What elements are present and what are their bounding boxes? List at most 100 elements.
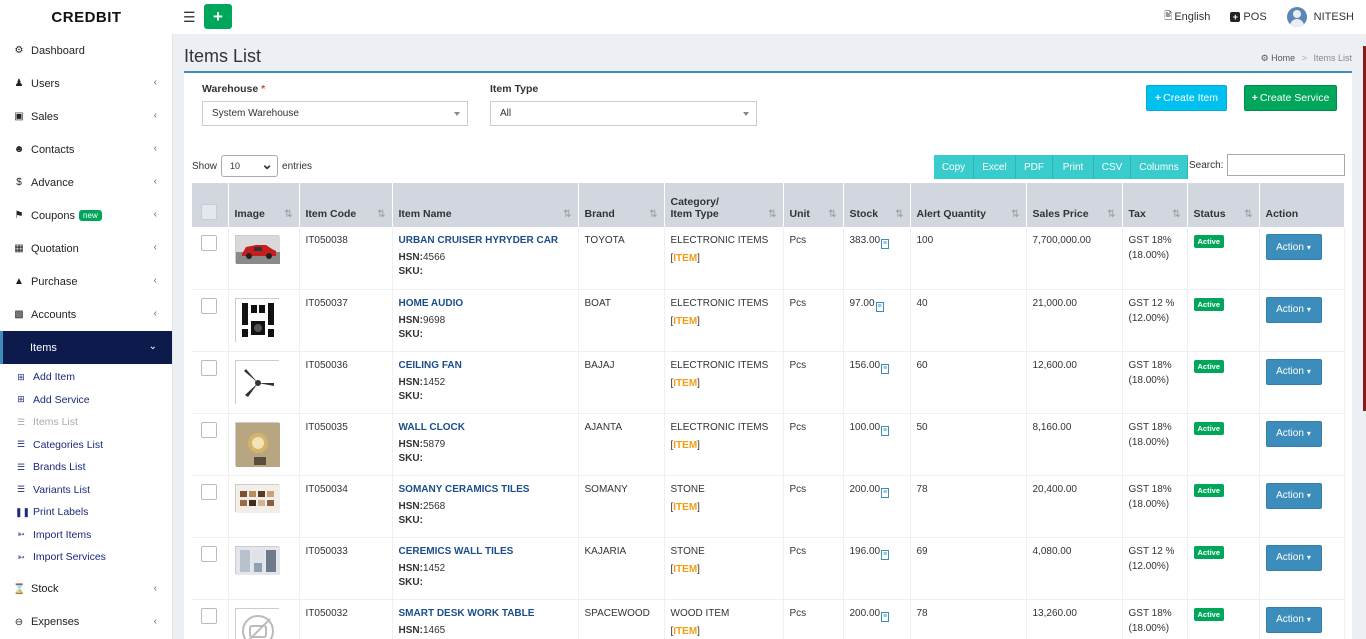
sidebar-subitem-add-service[interactable]: ⊞ Add Service: [0, 389, 172, 412]
breadcrumb-home[interactable]: Home: [1271, 53, 1295, 63]
sidebar-subitem-import-services[interactable]: ➳ Import Services: [0, 546, 172, 569]
sidebar-item-contacts[interactable]: ☻ Contacts ‹: [0, 133, 172, 166]
select-all-checkbox[interactable]: [201, 204, 217, 220]
sidebar-item-dashboard[interactable]: ⚙ Dashboard: [0, 34, 172, 67]
sidebar-subitem-variants-list[interactable]: ☰ Variants List: [0, 479, 172, 502]
row-checkbox[interactable]: [201, 545, 217, 562]
sidebar-item-expenses[interactable]: ⊖ Expenses ‹: [0, 606, 172, 639]
stock-detail-icon[interactable]: ≡: [881, 239, 890, 249]
stock-detail-icon[interactable]: ≡: [881, 611, 890, 622]
page-length-select[interactable]: 10: [221, 155, 279, 177]
row-checkbox[interactable]: [201, 607, 217, 624]
user-menu[interactable]: NITESH: [1286, 7, 1354, 27]
hamburger-menu-icon[interactable]: ☰: [183, 9, 196, 26]
status-badge[interactable]: Active: [1193, 297, 1225, 311]
status-badge[interactable]: Active: [1193, 607, 1225, 621]
item-image[interactable]: [234, 235, 280, 264]
action-dropdown-button[interactable]: Action ▾: [1265, 544, 1322, 571]
hsn-line: HSN:2568: [398, 500, 446, 512]
sidebar-item-sales[interactable]: ▣ Sales ‹: [0, 100, 172, 133]
action-dropdown-button[interactable]: Action ▾: [1265, 420, 1322, 447]
sidebar-item-stock[interactable]: ⌛ Stock ‹: [0, 573, 172, 606]
tax-header[interactable]: Tax ⇅: [1122, 183, 1188, 227]
sidebar-subitem-label: Add Item: [33, 371, 76, 384]
sidebar-subitem-import-items[interactable]: ➳ Import Items: [0, 524, 172, 547]
print-button[interactable]: Print: [1053, 155, 1094, 179]
stock-header[interactable]: Stock ⇅: [843, 183, 911, 227]
action-dropdown-button[interactable]: Action ▾: [1265, 296, 1322, 323]
excel-button[interactable]: Excel: [974, 155, 1016, 179]
status-badge[interactable]: Active: [1193, 421, 1225, 435]
status-badge[interactable]: Active: [1193, 235, 1225, 248]
item-image[interactable]: [234, 607, 280, 639]
unit-header[interactable]: Unit ⇅: [783, 183, 844, 227]
category-header[interactable]: Category/Item Type ⇅: [664, 183, 784, 227]
item-name-link[interactable]: WALL CLOCK: [399, 422, 572, 433]
status-badge[interactable]: Active: [1193, 545, 1225, 559]
item-name-link[interactable]: URBAN CRUISER HYRYDER CAR: [399, 235, 572, 246]
sidebar-subitem-items-list[interactable]: ☰ Items List: [0, 411, 172, 434]
item-name-link[interactable]: HOME AUDIO: [399, 298, 572, 309]
item-image[interactable]: [234, 421, 280, 467]
sidebar-subitem-print-labels[interactable]: ❚❚ Print Labels: [0, 501, 172, 524]
sidebar-item-advance[interactable]: $ Advance ‹: [0, 166, 172, 199]
item-name-link[interactable]: CEILING FAN: [399, 360, 572, 371]
action-dropdown-button[interactable]: Action ▾: [1265, 234, 1322, 260]
chevron-left-icon: ‹: [153, 209, 157, 220]
sidebar-subitem-add-item[interactable]: ⊞ Add Item: [0, 366, 172, 389]
copy-button[interactable]: Copy: [934, 155, 974, 179]
search-input[interactable]: [1227, 154, 1346, 176]
stock-detail-icon[interactable]: ≡: [881, 549, 890, 560]
item-image[interactable]: [234, 359, 280, 405]
sidebar-item-items[interactable]: Items ⌄: [0, 331, 172, 364]
item-code-header[interactable]: Item Code ⇅: [299, 183, 393, 227]
brand-header[interactable]: Brand ⇅: [578, 183, 665, 227]
sidebar-subitem-categories-list[interactable]: ☰ Categories List: [0, 434, 172, 457]
sidebar-subitem-brands-list[interactable]: ☰ Brands List: [0, 456, 172, 479]
status-cell: Active: [1187, 289, 1260, 352]
action-dropdown-button[interactable]: Action ▾: [1265, 482, 1322, 509]
stock-detail-icon[interactable]: ≡: [875, 301, 884, 312]
item-image[interactable]: [234, 545, 280, 575]
stock-detail-icon[interactable]: ≡: [881, 487, 890, 498]
warehouse-select[interactable]: System Warehouse: [202, 101, 468, 126]
row-checkbox[interactable]: [201, 235, 217, 251]
row-checkbox[interactable]: [201, 359, 217, 376]
app-logo[interactable]: CREDBIT: [0, 0, 173, 34]
create-service-button[interactable]: + Create Service: [1244, 85, 1337, 111]
item-name-link[interactable]: CEREMICS WALL TILES: [399, 546, 572, 557]
status-badge[interactable]: Active: [1193, 483, 1225, 497]
action-dropdown-button[interactable]: Action ▾: [1265, 606, 1322, 633]
pdf-button[interactable]: PDF: [1016, 155, 1053, 179]
status-badge[interactable]: Active: [1193, 359, 1225, 373]
sidebar-item-coupons[interactable]: ⚑ Coupons new ‹: [0, 199, 172, 232]
alert-quantity-header[interactable]: Alert Quantity ⇅: [910, 183, 1027, 227]
sidebar-item-purchase[interactable]: ▲ Purchase ‹: [0, 265, 172, 298]
image-header[interactable]: Image ⇅: [228, 183, 300, 227]
quick-add-button[interactable]: +: [204, 4, 232, 29]
sidebar-item-users[interactable]: ♟ Users ‹: [0, 67, 172, 100]
create-item-button[interactable]: + Create Item: [1146, 85, 1227, 111]
item-name-header[interactable]: Item Name ⇅: [392, 183, 579, 227]
columns-button[interactable]: Columns: [1131, 155, 1188, 179]
sidebar-item-accounts[interactable]: ▩ Accounts ‹: [0, 298, 172, 331]
action-dropdown-button[interactable]: Action ▾: [1265, 358, 1322, 385]
sales-price-cell: 8,160.00: [1026, 413, 1123, 476]
stock-detail-icon[interactable]: ≡: [881, 363, 890, 374]
pos-link[interactable]: + POS: [1230, 11, 1267, 23]
list-icon: ☰: [16, 416, 26, 427]
item-image[interactable]: [234, 297, 280, 343]
status-header[interactable]: Status ⇅: [1187, 183, 1260, 227]
csv-button[interactable]: CSV: [1094, 155, 1131, 179]
sales-price-header[interactable]: Sales Price ⇅: [1026, 183, 1123, 227]
stock-detail-icon[interactable]: ≡: [881, 425, 890, 436]
row-checkbox[interactable]: [201, 297, 217, 314]
item-type-select[interactable]: All: [490, 101, 757, 126]
item-image[interactable]: [234, 483, 280, 513]
item-name-link[interactable]: SMART DESK WORK TABLE: [399, 608, 572, 619]
language-selector[interactable]: 🖹 English: [1164, 9, 1210, 26]
item-name-link[interactable]: SOMANY CERAMICS TILES: [399, 484, 572, 495]
row-checkbox[interactable]: [201, 483, 217, 500]
sidebar-item-quotation[interactable]: ▦ Quotation ‹: [0, 232, 172, 265]
row-checkbox[interactable]: [201, 421, 217, 438]
